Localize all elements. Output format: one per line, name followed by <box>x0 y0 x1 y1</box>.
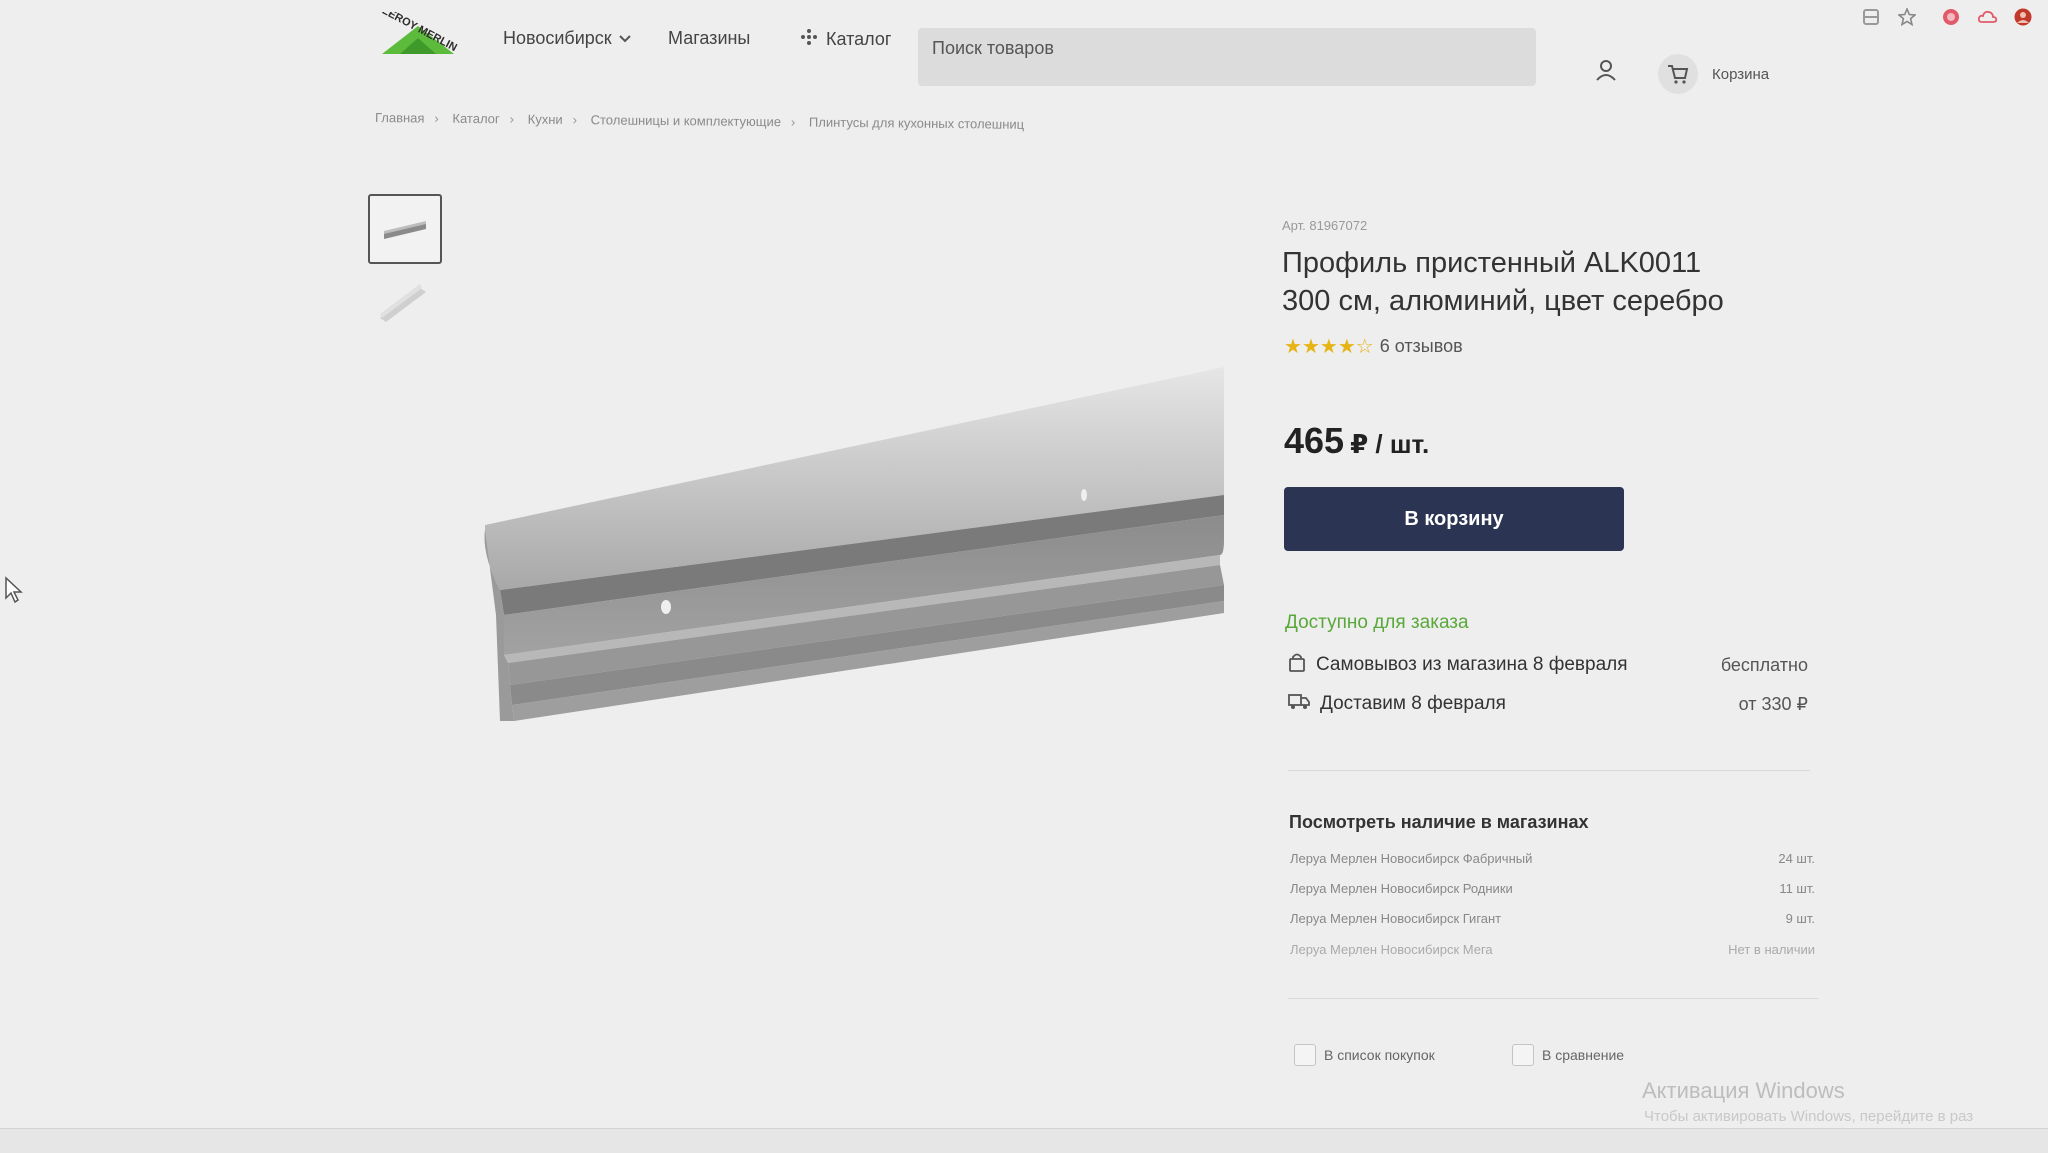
checkbox-icon <box>1294 1044 1316 1066</box>
store-qty: 9 шт. <box>1785 911 1815 926</box>
star-filled-icon: ★ <box>1319 336 1338 358</box>
divider <box>1288 998 1818 999</box>
add-to-cart-button[interactable]: В корзину <box>1284 487 1624 551</box>
rating[interactable]: ★★★★☆ 6 отзывов <box>1284 334 1463 359</box>
search-input[interactable]: Поиск товаров <box>918 28 1536 86</box>
store-qty: Нет в наличии <box>1728 942 1815 957</box>
compare-checkbox[interactable]: В сравнение <box>1512 1044 1624 1066</box>
availability-status: Доступно для заказа <box>1285 612 1469 633</box>
star-empty-icon: ☆ <box>1355 336 1374 358</box>
title-line-1: Профиль пристенный ALK0011 <box>1282 247 1702 279</box>
breadcrumb-item[interactable]: Главная <box>375 110 425 126</box>
pickup-price: бесплатно <box>1720 654 1808 675</box>
star-filled-icon: ★ <box>1301 336 1320 358</box>
breadcrumb-item[interactable]: Плинтусы для кухонных столешниц <box>809 115 1024 132</box>
title-line-2: 300 см, алюминий, цвет серебро <box>1282 285 1724 317</box>
breadcrumb-item[interactable]: Кухни <box>528 112 563 127</box>
divider <box>1288 770 1810 771</box>
store-name: Леруа Мерлен Новосибирск Мега <box>1290 942 1493 957</box>
windows-activation-title: Активация Windows <box>1642 1078 1845 1103</box>
price-unit: ₽ / шт. <box>1350 429 1430 459</box>
catalog-grid-icon <box>800 28 818 51</box>
pickup-label: Самовывоз из магазина 8 февраля <box>1316 654 1628 675</box>
mouse-cursor-icon <box>4 576 26 604</box>
profile-avatar-icon[interactable] <box>2014 8 2032 26</box>
extension-red-icon[interactable] <box>1942 8 1960 26</box>
store-qty: 24 шт. <box>1778 851 1815 866</box>
store-name: Леруа Мерлен Новосибирск Фабричный <box>1290 851 1533 866</box>
stock-row[interactable]: Леруа Мерлен Новосибирск Фабричный 24 шт… <box>1290 851 1815 866</box>
catalog-button[interactable]: Каталог <box>800 28 891 51</box>
cart-button[interactable]: Корзина <box>1658 54 1769 94</box>
compare-label: В сравнение <box>1542 1047 1625 1063</box>
stock-row[interactable]: Леруа Мерлен Новосибирск Мега Нет в нали… <box>1290 942 1815 957</box>
truck-icon <box>1288 692 1310 716</box>
store-qty: 11 шт. <box>1779 881 1815 896</box>
stock-title[interactable]: Посмотреть наличие в магазинах <box>1289 812 1589 833</box>
cloud-icon[interactable] <box>1977 8 1998 26</box>
thumbnail-1[interactable] <box>368 194 442 264</box>
product-title: Профиль пристенный ALK0011 300 см, алюми… <box>1282 244 1802 320</box>
rating-stars: ★★★★☆ <box>1284 334 1374 359</box>
price: 465 ₽ / шт. <box>1284 420 1429 462</box>
breadcrumb-item[interactable]: Каталог <box>452 111 499 126</box>
windows-activation-subtitle: Чтобы активировать Windows, перейдите в … <box>1644 1108 1974 1125</box>
city-selector[interactable]: Новосибирск <box>503 28 632 49</box>
delivery-row: Доставим 8 февраля от 330 ₽ <box>1288 692 1808 716</box>
product-image <box>480 355 1240 785</box>
stores-link[interactable]: Магазины <box>668 28 750 49</box>
reviews-count[interactable]: 6 отзывов <box>1380 336 1463 357</box>
price-value: 465 <box>1284 420 1345 461</box>
cart-label: Корзина <box>1712 65 1770 83</box>
delivery-label: Доставим 8 февраля <box>1320 693 1506 714</box>
cart-icon <box>1658 54 1698 94</box>
shopping-list-checkbox[interactable]: В список покупок <box>1294 1044 1435 1066</box>
article-number: Арт. 81967072 <box>1282 218 1368 233</box>
checkbox-icon <box>1512 1044 1534 1066</box>
bag-icon <box>1288 652 1306 678</box>
thumbnail-2[interactable] <box>376 280 428 324</box>
leroy-merlin-logo[interactable]: LEROY MERLIN <box>378 5 459 58</box>
store-name: Леруа Мерлен Новосибирск Гигант <box>1290 911 1502 926</box>
stock-row[interactable]: Леруа Мерлен Новосибирск Родники 11 шт. <box>1290 881 1815 896</box>
breadcrumb: Главная › Каталог › Кухни › Столешницы и ко… <box>374 110 1025 132</box>
breadcrumb-item[interactable]: Столешницы и комплектующие <box>591 112 781 129</box>
bottom-bar <box>0 1128 2048 1153</box>
shopping-list-label: В список покупок <box>1324 1047 1435 1063</box>
city-label: Новосибирск <box>503 28 612 48</box>
catalog-label: Каталог <box>826 29 892 49</box>
pickup-row: Самовывоз из магазина 8 февраля бесплатн… <box>1288 652 1808 678</box>
star-filled-icon: ★ <box>1337 336 1356 358</box>
store-name: Леруа Мерлен Новосибирск Родники <box>1290 881 1513 896</box>
extensions-icon[interactable] <box>1862 8 1880 26</box>
stock-row[interactable]: Леруа Мерлен Новосибирск Гигант 9 шт. <box>1290 911 1815 926</box>
star-filled-icon: ★ <box>1284 336 1302 358</box>
bookmark-star-icon[interactable] <box>1897 6 1917 27</box>
delivery-price: от 330 ₽ <box>1738 693 1808 714</box>
user-icon[interactable] <box>1594 58 1618 82</box>
chevron-down-icon <box>618 28 632 49</box>
